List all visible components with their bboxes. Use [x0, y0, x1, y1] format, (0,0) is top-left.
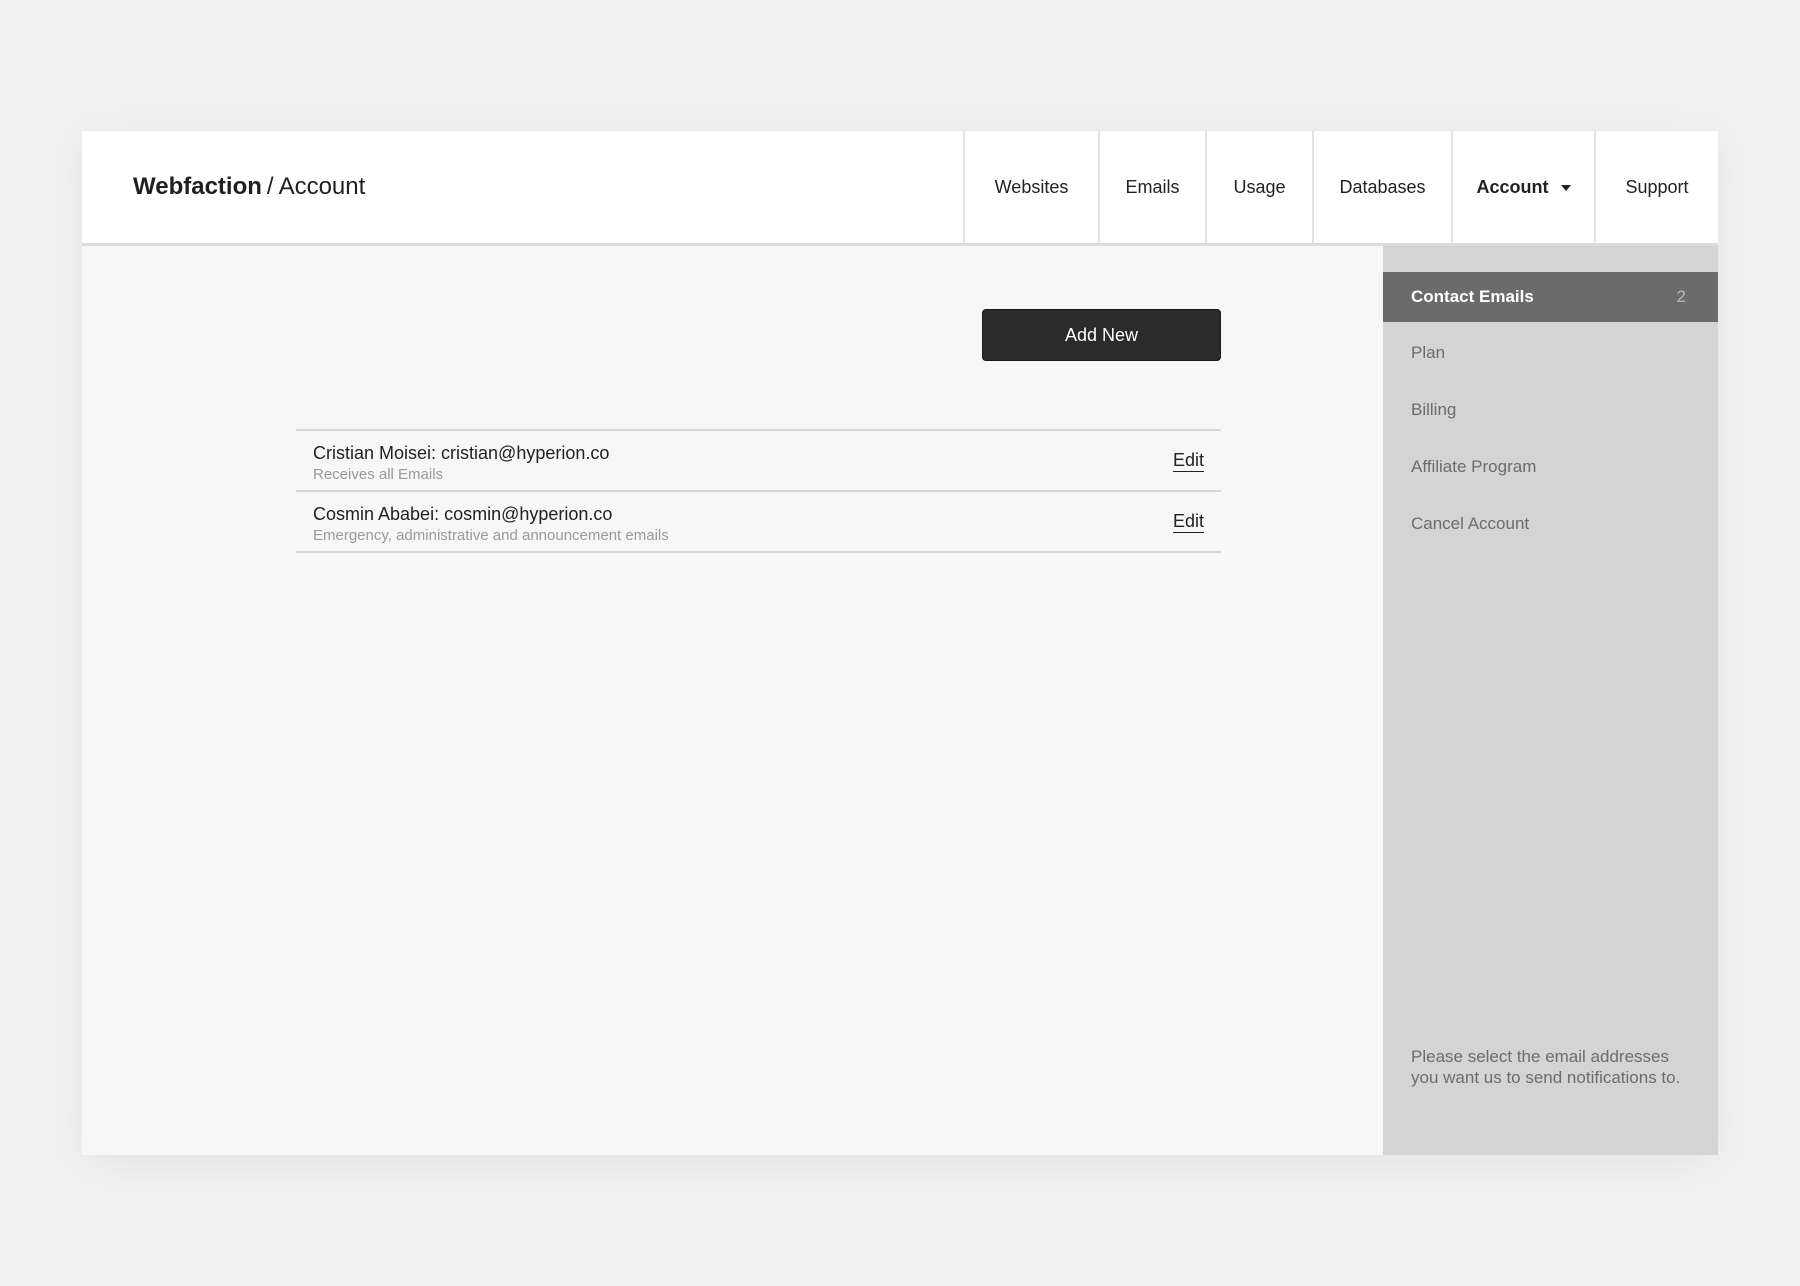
sidebar-item-label: Billing — [1411, 400, 1457, 419]
nav-item-label: Websites — [994, 176, 1069, 197]
breadcrumb-separator: / — [266, 173, 274, 200]
nav-item-usage[interactable]: Usage — [1205, 131, 1312, 243]
sidebar-item-billing[interactable]: Billing — [1383, 385, 1718, 435]
contact-email-title: Cristian Moisei: cristian@hyperion.co — [313, 443, 610, 463]
contact-email-description: Receives all Emails — [313, 466, 444, 483]
nav-item-websites[interactable]: Websites — [963, 131, 1098, 243]
nav-item-label: Databases — [1339, 176, 1426, 197]
app-window: Webfaction / Account Websites Emails Usage… — [82, 131, 1718, 1155]
breadcrumb-current: Account — [278, 173, 366, 200]
nav-item-label: Account — [1476, 176, 1549, 197]
contact-email-title: Cosmin Ababei: cosmin@hyperion.co — [313, 504, 613, 524]
sidebar-item-plan[interactable]: Plan — [1383, 328, 1718, 378]
sidebar-item-label: Contact Emails — [1411, 287, 1534, 306]
nav-item-databases[interactable]: Databases — [1312, 131, 1451, 243]
nav-item-label: Emails — [1125, 176, 1180, 197]
main-content: Add New Cristian Moisei: cristian@hyperi… — [82, 246, 1383, 1155]
sidebar-item-label: Cancel Account — [1411, 514, 1530, 533]
sidebar-item-label: Plan — [1411, 343, 1446, 362]
main-nav: Websites Emails Usage Databases Account … — [963, 131, 1718, 243]
brand-name[interactable]: Webfaction — [133, 173, 262, 200]
edit-link[interactable]: Edit — [1172, 451, 1204, 472]
nav-item-emails[interactable]: Emails — [1098, 131, 1205, 243]
sidebar-help-text: Please select the email addresses you wa… — [1411, 1047, 1681, 1087]
sidebar-item-cancel-account[interactable]: Cancel Account — [1383, 499, 1718, 549]
nav-item-label: Usage — [1233, 176, 1286, 197]
account-sidebar: Contact Emails 2 Plan Billing Affiliate … — [1383, 246, 1718, 1155]
sidebar-item-label: Affiliate Program — [1411, 457, 1537, 476]
nav-item-account[interactable]: Account — [1451, 131, 1594, 243]
sidebar-item-affiliate-program[interactable]: Affiliate Program — [1383, 442, 1718, 492]
list-item: Cristian Moisei: cristian@hyperion.co Re… — [296, 431, 1221, 492]
contact-email-description: Emergency, administrative and announceme… — [313, 527, 669, 544]
add-new-button[interactable]: Add New — [982, 309, 1221, 361]
nav-item-label: Support — [1625, 176, 1689, 197]
breadcrumb: Webfaction / Account — [133, 131, 365, 243]
contact-email-list: Cristian Moisei: cristian@hyperion.co Re… — [296, 429, 1221, 553]
sidebar-item-contact-emails[interactable]: Contact Emails 2 — [1383, 272, 1718, 322]
nav-item-support[interactable]: Support — [1594, 131, 1718, 243]
list-item: Cosmin Ababei: cosmin@hyperion.co Emerge… — [296, 492, 1221, 553]
top-header: Webfaction / Account Websites Emails Usage… — [82, 131, 1718, 246]
caret-down-icon — [1560, 185, 1571, 191]
edit-link[interactable]: Edit — [1172, 512, 1204, 533]
count-badge: 2 — [1676, 287, 1686, 306]
